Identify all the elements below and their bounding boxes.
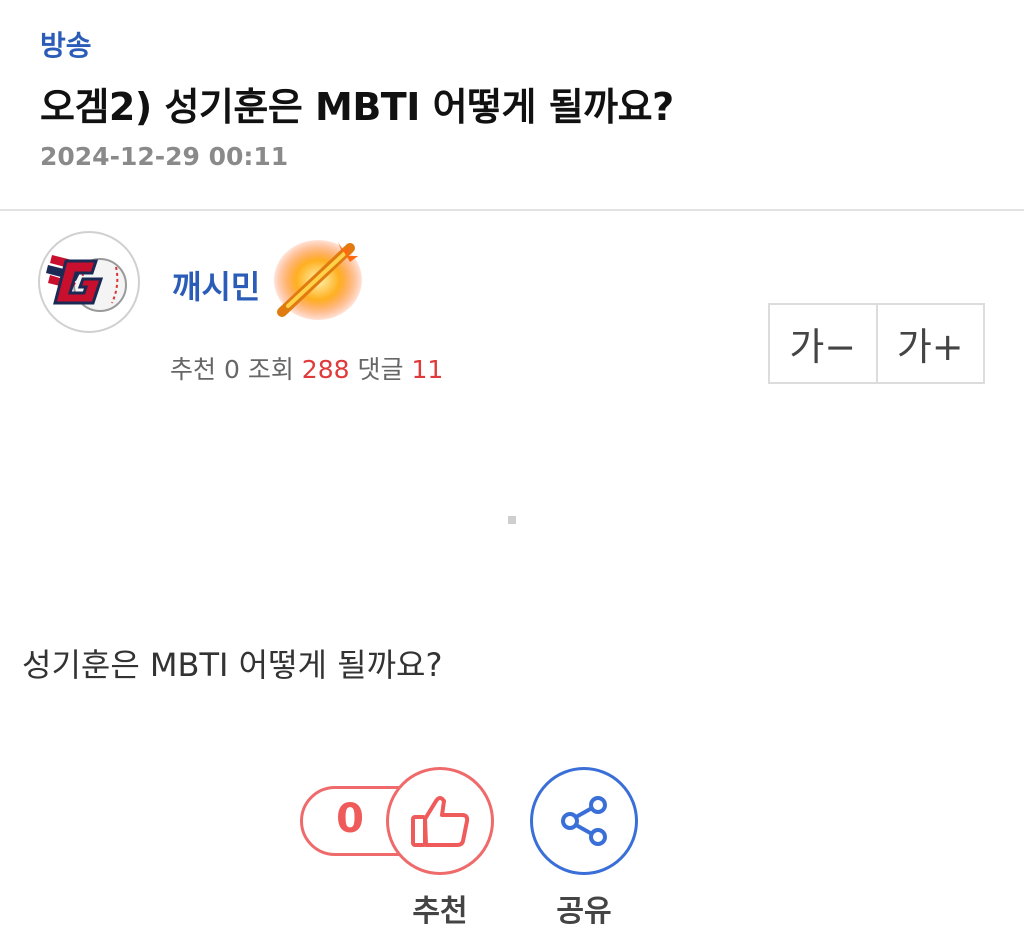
views-stat-value: 288 (301, 355, 350, 384)
author-nickname[interactable]: 깨시민 (172, 262, 260, 308)
recommend-count: 0 (336, 796, 364, 842)
avatar[interactable] (38, 231, 140, 333)
post-body: 성기훈은 MBTI 어떻게 될까요? (22, 646, 443, 684)
recommend-label: 추천 (412, 894, 468, 929)
post-category[interactable]: 방송 (40, 24, 92, 64)
recommend-stat-value: 0 (223, 355, 240, 384)
flaming-bat-icon (268, 232, 364, 328)
share-label: 공유 (556, 894, 612, 929)
views-stat-label: 조회 (247, 355, 294, 384)
recommend-stat-label: 추천 (170, 355, 217, 384)
font-increase-button[interactable]: 가+ (875, 305, 983, 382)
thumbs-up-icon (411, 796, 470, 847)
share-button[interactable] (530, 767, 638, 875)
comments-stat-label: 댓글 (357, 355, 404, 384)
post-title: 오겜2) 성기훈은 MBTI 어떻게 될까요? (40, 85, 674, 129)
font-size-control: 가− 가+ (768, 303, 985, 384)
loading-indicator (508, 516, 516, 524)
recommend-button[interactable] (386, 767, 494, 875)
header-divider (0, 209, 1024, 211)
team-logo-icon (46, 255, 127, 312)
share-icon (561, 796, 607, 846)
post-stats: 추천 0 조회 288 댓글 11 (170, 350, 443, 386)
post-date: 2024-12-29 00:11 (40, 142, 289, 171)
font-decrease-button[interactable]: 가− (770, 305, 876, 382)
comments-stat-value[interactable]: 11 (411, 355, 443, 384)
